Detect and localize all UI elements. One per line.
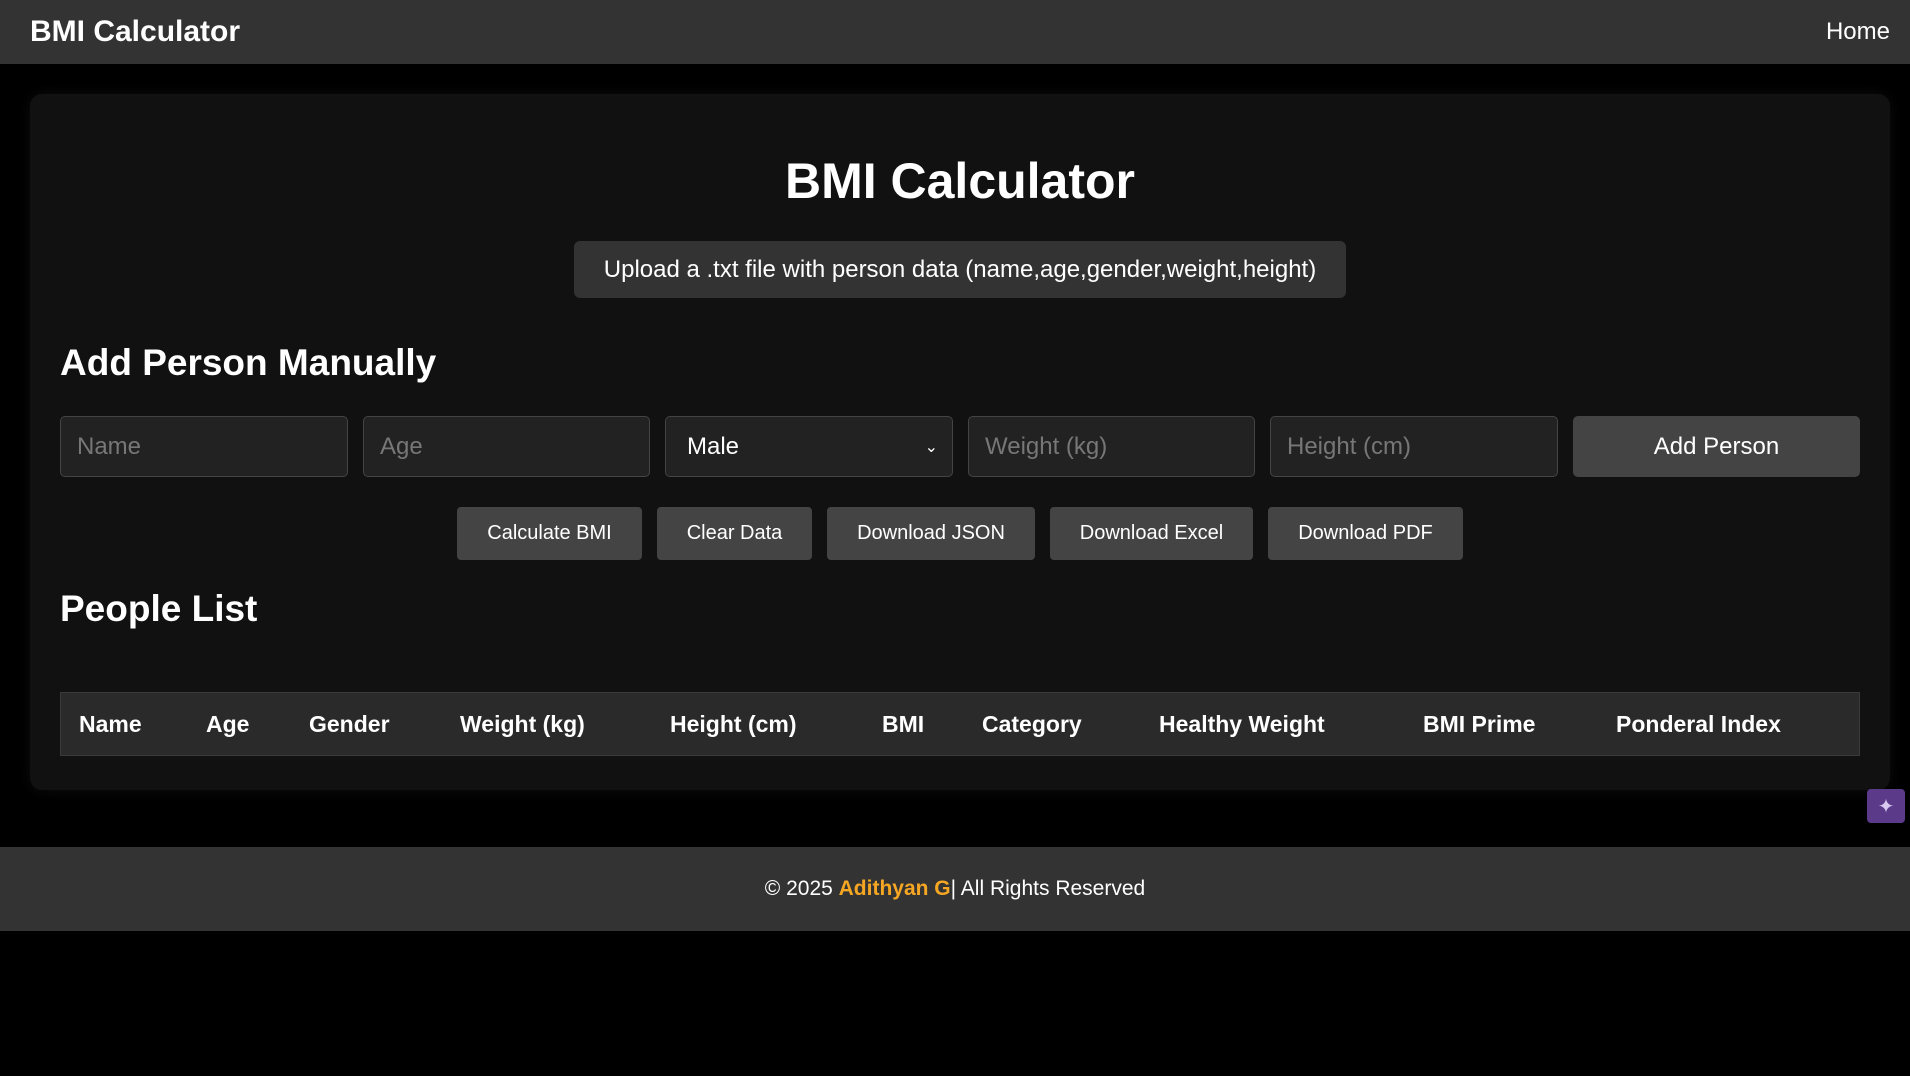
sparkle-chat-icon[interactable]: ✦: [1867, 789, 1905, 823]
column-header-height: Height (cm): [670, 711, 797, 737]
column-header-weight: Weight (kg): [460, 711, 585, 737]
gender-select-value: Male: [687, 432, 740, 460]
column-header-name: Name: [79, 711, 142, 737]
nav-home-link[interactable]: Home: [1826, 18, 1890, 46]
name-input[interactable]: [60, 416, 348, 477]
column-header-healthy-weight: Healthy Weight: [1159, 711, 1325, 737]
add-person-button[interactable]: Add Person: [1573, 416, 1860, 477]
add-person-heading: Add Person Manually: [60, 342, 437, 383]
footer: © 2025 Adithyan G | All Rights Reserved: [0, 847, 1910, 931]
footer-rights: | All Rights Reserved: [950, 877, 1146, 900]
age-input[interactable]: [363, 416, 650, 477]
weight-input[interactable]: [968, 416, 1255, 477]
page-title: BMI Calculator: [784, 153, 1136, 209]
brand-title: BMI Calculator: [30, 15, 241, 48]
download-pdf-button[interactable]: Download PDF: [1268, 507, 1463, 560]
column-header-ponderal-index: Ponderal Index: [1616, 711, 1781, 737]
download-excel-button[interactable]: Download Excel: [1050, 507, 1253, 560]
navbar: BMI Calculator Home: [0, 0, 1910, 64]
height-input[interactable]: [1270, 416, 1558, 477]
clear-data-button[interactable]: Clear Data: [657, 507, 812, 560]
column-header-bmi-prime: BMI Prime: [1423, 711, 1536, 737]
chevron-down-icon: ⌄: [924, 438, 938, 456]
upload-file-button[interactable]: Upload a .txt file with person data (nam…: [574, 241, 1346, 298]
column-header-age: Age: [206, 711, 250, 737]
download-json-button[interactable]: Download JSON: [827, 507, 1035, 560]
column-header-bmi: BMI: [882, 711, 925, 737]
footer-author-link[interactable]: Adithyan G: [839, 877, 951, 901]
people-table-header: Name Age Gender Weight (kg) Height (cm) …: [60, 692, 1860, 756]
footer-copyright: © 2025: [764, 877, 839, 900]
gender-select[interactable]: Male ⌄: [665, 416, 953, 477]
column-header-category: Category: [982, 711, 1082, 737]
people-list-heading: People List: [60, 588, 258, 629]
column-header-gender: Gender: [309, 711, 390, 737]
calculate-bmi-button[interactable]: Calculate BMI: [457, 507, 642, 560]
